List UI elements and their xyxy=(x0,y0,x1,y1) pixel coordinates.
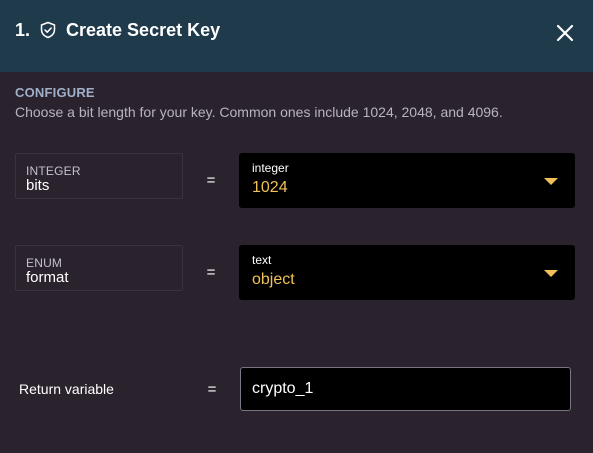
configure-heading: CONFIGURE xyxy=(15,85,95,100)
chevron-down-icon xyxy=(544,270,558,277)
chevron-down-icon xyxy=(544,178,558,185)
param-type: ENUM xyxy=(26,256,63,270)
configure-description: Choose a bit length for your key. Common… xyxy=(15,104,503,120)
return-variable-input[interactable] xyxy=(240,367,571,411)
param-name: bits xyxy=(26,177,50,194)
modal-title: 1. Create Secret Key xyxy=(15,19,220,41)
param-type: INTEGER xyxy=(26,164,81,178)
select-value: 1024 xyxy=(252,179,288,196)
param-name: format xyxy=(26,269,69,286)
step-number: 1. xyxy=(15,19,31,40)
format-select[interactable]: text object xyxy=(239,245,575,300)
equals-sign: = xyxy=(206,172,216,189)
shield-check-icon xyxy=(39,21,57,39)
equals-sign: = xyxy=(206,264,216,281)
equals-sign: = xyxy=(207,381,217,398)
modal-header: 1. Create Secret Key xyxy=(0,0,593,72)
return-variable-label: Return variable xyxy=(19,381,114,397)
close-icon[interactable] xyxy=(553,21,577,45)
select-type-label: text xyxy=(252,253,272,267)
param-label-bits: INTEGER bits xyxy=(15,153,183,199)
select-value: object xyxy=(252,271,295,288)
bits-select[interactable]: integer 1024 xyxy=(239,153,575,208)
title-text: Create Secret Key xyxy=(66,19,221,40)
param-label-format: ENUM format xyxy=(15,245,183,291)
select-type-label: integer xyxy=(252,161,289,175)
